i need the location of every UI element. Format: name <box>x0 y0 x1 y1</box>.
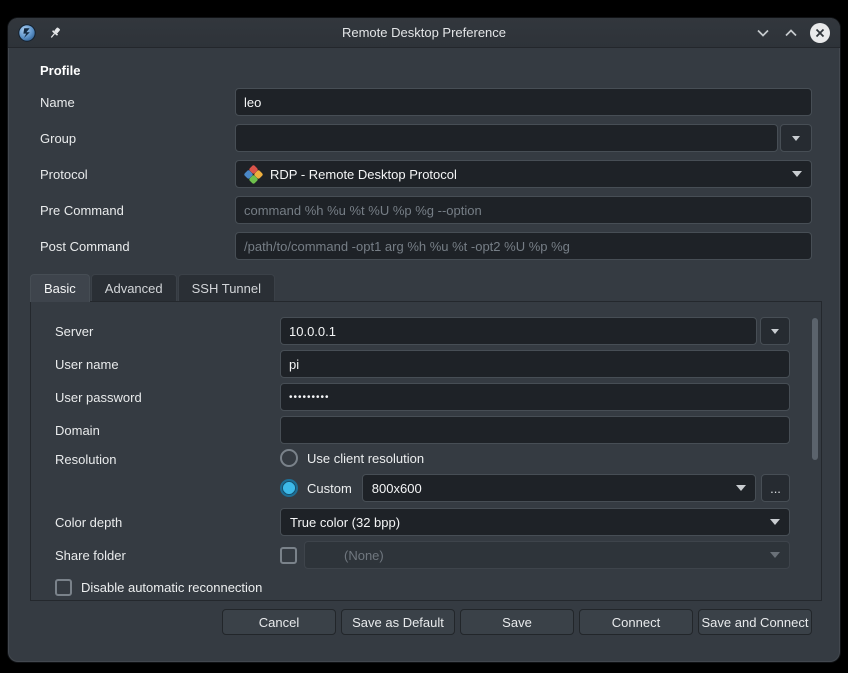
server-input[interactable] <box>280 317 757 345</box>
disable-reconnect-row[interactable]: Disable automatic reconnection <box>55 579 800 596</box>
save-button[interactable]: Save <box>460 609 574 635</box>
protocol-label: Protocol <box>40 167 235 182</box>
group-input[interactable] <box>235 124 778 152</box>
custom-resolution-select[interactable]: 800x600 <box>362 474 756 502</box>
post-command-row: Post Command <box>40 232 812 260</box>
chevron-down-icon <box>792 136 800 141</box>
protocol-select[interactable]: RDP - Remote Desktop Protocol <box>235 160 812 188</box>
share-folder-value: (None) <box>314 548 770 563</box>
color-depth-value: True color (32 bpp) <box>290 515 770 530</box>
server-label: Server <box>55 324 280 339</box>
share-folder-label: Share folder <box>55 548 280 563</box>
remmina-app-icon <box>18 24 36 42</box>
basic-tab-panel: Server User name User password Domain <box>30 301 822 601</box>
username-row: User name <box>55 350 800 378</box>
domain-input[interactable] <box>280 416 790 444</box>
tab-basic[interactable]: Basic <box>30 274 90 302</box>
titlebar[interactable]: Remote Desktop Preference <box>8 18 840 48</box>
domain-label: Domain <box>55 423 280 438</box>
chevron-down-icon <box>771 329 779 334</box>
custom-resolution-label: Custom <box>307 481 352 496</box>
server-row: Server <box>55 317 800 345</box>
username-label: User name <box>55 357 280 372</box>
use-client-resolution-option[interactable]: Use client resolution <box>280 449 790 467</box>
protocol-row: Protocol RDP - Remote Desktop Protocol <box>40 160 812 188</box>
shade-button[interactable] <box>754 24 772 42</box>
profile-heading: Profile <box>40 63 812 78</box>
domain-row: Domain <box>55 416 800 444</box>
share-folder-select: (None) <box>304 541 790 569</box>
name-row: Name <box>40 88 812 116</box>
vertical-scrollbar[interactable] <box>812 318 818 460</box>
pre-command-input[interactable] <box>235 196 812 224</box>
window-title: Remote Desktop Preference <box>128 25 720 40</box>
post-command-label: Post Command <box>40 239 235 254</box>
password-row: User password <box>55 383 800 411</box>
group-dropdown-button[interactable] <box>780 124 812 152</box>
username-input[interactable] <box>280 350 790 378</box>
resolution-more-button[interactable]: ... <box>761 474 790 502</box>
use-client-resolution-radio[interactable] <box>280 449 298 467</box>
share-folder-checkbox[interactable] <box>280 547 297 564</box>
chevron-down-icon <box>792 171 802 177</box>
group-label: Group <box>40 131 235 146</box>
server-dropdown-button[interactable] <box>760 317 790 345</box>
remote-desktop-preference-dialog: Remote Desktop Preference Profile Name <box>8 18 840 662</box>
cancel-button[interactable]: Cancel <box>222 609 336 635</box>
custom-resolution-radio[interactable] <box>280 479 298 497</box>
unshade-button[interactable] <box>782 24 800 42</box>
pin-icon[interactable] <box>46 24 64 42</box>
use-client-resolution-label: Use client resolution <box>307 451 424 466</box>
custom-resolution-option: Custom 800x600 ... <box>280 474 790 502</box>
ellipsis-icon: ... <box>770 481 781 496</box>
save-as-default-button[interactable]: Save as Default <box>341 609 455 635</box>
resolution-label: Resolution <box>55 449 280 467</box>
post-command-input[interactable] <box>235 232 812 260</box>
chevron-down-icon <box>770 552 780 558</box>
tab-ssh-tunnel[interactable]: SSH Tunnel <box>178 274 275 301</box>
disable-reconnect-label: Disable automatic reconnection <box>81 580 262 595</box>
chevron-down-icon <box>770 519 780 525</box>
settings-tabs: Basic Advanced SSH Tunnel <box>30 274 840 301</box>
color-depth-label: Color depth <box>55 515 280 530</box>
password-label: User password <box>55 390 280 405</box>
tab-advanced[interactable]: Advanced <box>91 274 177 301</box>
color-depth-row: Color depth True color (32 bpp) <box>55 508 800 536</box>
dialog-actions: Cancel Save as Default Save Connect Save… <box>8 601 840 635</box>
rdp-protocol-icon <box>245 166 262 183</box>
name-input[interactable] <box>235 88 812 116</box>
disable-reconnect-checkbox[interactable] <box>55 579 72 596</box>
name-label: Name <box>40 95 235 110</box>
pre-command-row: Pre Command <box>40 196 812 224</box>
custom-resolution-value: 800x600 <box>372 481 736 496</box>
protocol-value: RDP - Remote Desktop Protocol <box>270 167 792 182</box>
save-and-connect-button[interactable]: Save and Connect <box>698 609 812 635</box>
resolution-row: Resolution Use client resolution Custom … <box>55 449 800 502</box>
pre-command-label: Pre Command <box>40 203 235 218</box>
connect-button[interactable]: Connect <box>579 609 693 635</box>
group-row: Group <box>40 124 812 152</box>
chevron-down-icon <box>736 485 746 491</box>
close-button[interactable] <box>810 23 830 43</box>
color-depth-select[interactable]: True color (32 bpp) <box>280 508 790 536</box>
password-input[interactable] <box>280 383 790 411</box>
share-folder-row: Share folder (None) <box>55 541 800 569</box>
